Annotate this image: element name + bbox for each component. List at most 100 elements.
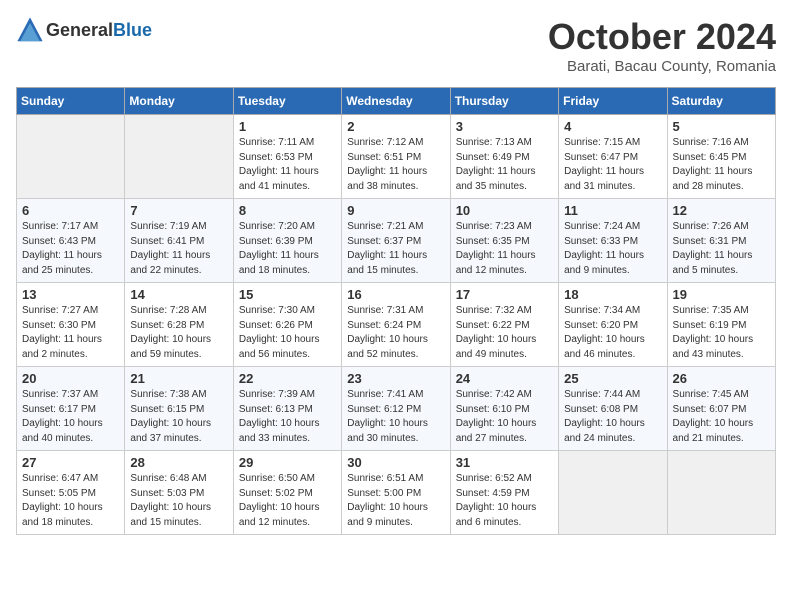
- day-number: 4: [564, 119, 661, 134]
- day-info: Sunrise: 7:23 AMSunset: 6:35 PMDaylight:…: [456, 220, 553, 278]
- calendar-cell: 22 Sunrise: 7:39 AMSunset: 6:13 PMDayligh…: [233, 367, 341, 451]
- logo: GeneralBlue: [16, 16, 152, 44]
- day-number: 6: [22, 203, 119, 218]
- page-header: GeneralBlue October 2024 Barati, Bacau C…: [16, 16, 776, 75]
- day-number: 19: [673, 287, 770, 302]
- weekday-header-friday: Friday: [559, 88, 667, 115]
- day-info: Sunrise: 7:35 AMSunset: 6:19 PMDaylight:…: [673, 304, 770, 362]
- day-info: Sunrise: 6:51 AMSunset: 5:00 PMDaylight:…: [347, 472, 444, 530]
- weekday-header-monday: Monday: [125, 88, 233, 115]
- day-number: 3: [456, 119, 553, 134]
- day-info: Sunrise: 7:34 AMSunset: 6:20 PMDaylight:…: [564, 304, 661, 362]
- day-info: Sunrise: 7:26 AMSunset: 6:31 PMDaylight:…: [673, 220, 770, 278]
- day-info: Sunrise: 7:42 AMSunset: 6:10 PMDaylight:…: [456, 388, 553, 446]
- weekday-header-tuesday: Tuesday: [233, 88, 341, 115]
- day-number: 29: [239, 455, 336, 470]
- calendar-cell: 12 Sunrise: 7:26 AMSunset: 6:31 PMDayligh…: [667, 199, 775, 283]
- day-info: Sunrise: 7:13 AMSunset: 6:49 PMDaylight:…: [456, 136, 553, 194]
- calendar-week-1: 1 Sunrise: 7:11 AMSunset: 6:53 PMDaylight…: [17, 115, 776, 199]
- day-info: Sunrise: 7:30 AMSunset: 6:26 PMDaylight:…: [239, 304, 336, 362]
- day-number: 25: [564, 371, 661, 386]
- day-number: 15: [239, 287, 336, 302]
- day-info: Sunrise: 7:19 AMSunset: 6:41 PMDaylight:…: [130, 220, 227, 278]
- day-number: 16: [347, 287, 444, 302]
- day-info: Sunrise: 7:16 AMSunset: 6:45 PMDaylight:…: [673, 136, 770, 194]
- calendar-cell: 27 Sunrise: 6:47 AMSunset: 5:05 PMDayligh…: [17, 451, 125, 535]
- day-info: Sunrise: 7:39 AMSunset: 6:13 PMDaylight:…: [239, 388, 336, 446]
- calendar-week-2: 6 Sunrise: 7:17 AMSunset: 6:43 PMDaylight…: [17, 199, 776, 283]
- day-number: 20: [22, 371, 119, 386]
- day-number: 23: [347, 371, 444, 386]
- day-number: 7: [130, 203, 227, 218]
- day-number: 8: [239, 203, 336, 218]
- day-info: Sunrise: 6:50 AMSunset: 5:02 PMDaylight:…: [239, 472, 336, 530]
- calendar-table: SundayMondayTuesdayWednesdayThursdayFrid…: [16, 87, 776, 535]
- calendar-cell: 26Sunrise: 7:45 AMSunset: 6:07 PMDayligh…: [667, 367, 775, 451]
- calendar-cell: 25Sunrise: 7:44 AMSunset: 6:08 PMDayligh…: [559, 367, 667, 451]
- calendar-week-4: 20Sunrise: 7:37 AMSunset: 6:17 PMDayligh…: [17, 367, 776, 451]
- day-number: 1: [239, 119, 336, 134]
- calendar-cell: 5 Sunrise: 7:16 AMSunset: 6:45 PMDaylight…: [667, 115, 775, 199]
- calendar-cell: 7 Sunrise: 7:19 AMSunset: 6:41 PMDaylight…: [125, 199, 233, 283]
- calendar-cell: 23Sunrise: 7:41 AMSunset: 6:12 PMDayligh…: [342, 367, 450, 451]
- day-info: Sunrise: 7:11 AMSunset: 6:53 PMDaylight:…: [239, 136, 336, 194]
- calendar-cell: [17, 115, 125, 199]
- day-number: 24: [456, 371, 553, 386]
- day-number: 27: [22, 455, 119, 470]
- calendar-cell: 14Sunrise: 7:28 AMSunset: 6:28 PMDayligh…: [125, 283, 233, 367]
- calendar-cell: 20Sunrise: 7:37 AMSunset: 6:17 PMDayligh…: [17, 367, 125, 451]
- day-number: 17: [456, 287, 553, 302]
- calendar-body: 1 Sunrise: 7:11 AMSunset: 6:53 PMDaylight…: [17, 115, 776, 535]
- calendar-cell: 31 Sunrise: 6:52 AMSunset: 4:59 PMDayligh…: [450, 451, 558, 535]
- day-info: Sunrise: 7:28 AMSunset: 6:28 PMDaylight:…: [130, 304, 227, 362]
- logo-text-blue: Blue: [113, 20, 152, 40]
- day-info: Sunrise: 6:52 AMSunset: 4:59 PMDaylight:…: [456, 472, 553, 530]
- day-info: Sunrise: 7:15 AMSunset: 6:47 PMDaylight:…: [564, 136, 661, 194]
- calendar-cell: 18 Sunrise: 7:34 AMSunset: 6:20 PMDayligh…: [559, 283, 667, 367]
- day-info: Sunrise: 7:31 AMSunset: 6:24 PMDaylight:…: [347, 304, 444, 362]
- calendar-cell: 2 Sunrise: 7:12 AMSunset: 6:51 PMDaylight…: [342, 115, 450, 199]
- day-info: Sunrise: 7:17 AMSunset: 6:43 PMDaylight:…: [22, 220, 119, 278]
- calendar-cell: 24 Sunrise: 7:42 AMSunset: 6:10 PMDayligh…: [450, 367, 558, 451]
- calendar-week-5: 27 Sunrise: 6:47 AMSunset: 5:05 PMDayligh…: [17, 451, 776, 535]
- calendar-cell: 30 Sunrise: 6:51 AMSunset: 5:00 PMDayligh…: [342, 451, 450, 535]
- day-number: 28: [130, 455, 227, 470]
- calendar-week-3: 13Sunrise: 7:27 AMSunset: 6:30 PMDayligh…: [17, 283, 776, 367]
- weekday-header-sunday: Sunday: [17, 88, 125, 115]
- calendar-cell: 6 Sunrise: 7:17 AMSunset: 6:43 PMDaylight…: [17, 199, 125, 283]
- calendar-cell: 29 Sunrise: 6:50 AMSunset: 5:02 PMDayligh…: [233, 451, 341, 535]
- calendar-cell: 16 Sunrise: 7:31 AMSunset: 6:24 PMDayligh…: [342, 283, 450, 367]
- calendar-cell: [559, 451, 667, 535]
- calendar-cell: 10Sunrise: 7:23 AMSunset: 6:35 PMDayligh…: [450, 199, 558, 283]
- calendar-cell: 19 Sunrise: 7:35 AMSunset: 6:19 PMDayligh…: [667, 283, 775, 367]
- day-number: 22: [239, 371, 336, 386]
- calendar-cell: 17 Sunrise: 7:32 AMSunset: 6:22 PMDayligh…: [450, 283, 558, 367]
- day-number: 21: [130, 371, 227, 386]
- calendar-cell: [667, 451, 775, 535]
- day-info: Sunrise: 6:48 AMSunset: 5:03 PMDaylight:…: [130, 472, 227, 530]
- day-info: Sunrise: 6:47 AMSunset: 5:05 PMDaylight:…: [22, 472, 119, 530]
- day-number: 11: [564, 203, 661, 218]
- calendar-cell: [125, 115, 233, 199]
- day-info: Sunrise: 7:32 AMSunset: 6:22 PMDaylight:…: [456, 304, 553, 362]
- day-number: 12: [673, 203, 770, 218]
- day-number: 18: [564, 287, 661, 302]
- weekday-header-row: SundayMondayTuesdayWednesdayThursdayFrid…: [17, 88, 776, 115]
- day-number: 31: [456, 455, 553, 470]
- day-number: 2: [347, 119, 444, 134]
- day-number: 13: [22, 287, 119, 302]
- day-info: Sunrise: 7:21 AMSunset: 6:37 PMDaylight:…: [347, 220, 444, 278]
- day-info: Sunrise: 7:24 AMSunset: 6:33 PMDaylight:…: [564, 220, 661, 278]
- calendar-cell: 1 Sunrise: 7:11 AMSunset: 6:53 PMDaylight…: [233, 115, 341, 199]
- title-block: October 2024 Barati, Bacau County, Roman…: [548, 16, 776, 75]
- day-info: Sunrise: 7:12 AMSunset: 6:51 PMDaylight:…: [347, 136, 444, 194]
- calendar-cell: 21Sunrise: 7:38 AMSunset: 6:15 PMDayligh…: [125, 367, 233, 451]
- day-info: Sunrise: 7:20 AMSunset: 6:39 PMDaylight:…: [239, 220, 336, 278]
- day-number: 30: [347, 455, 444, 470]
- day-info: Sunrise: 7:45 AMSunset: 6:07 PMDaylight:…: [673, 388, 770, 446]
- calendar-cell: 8 Sunrise: 7:20 AMSunset: 6:39 PMDaylight…: [233, 199, 341, 283]
- day-number: 9: [347, 203, 444, 218]
- weekday-header-saturday: Saturday: [667, 88, 775, 115]
- calendar-cell: 15 Sunrise: 7:30 AMSunset: 6:26 PMDayligh…: [233, 283, 341, 367]
- day-number: 5: [673, 119, 770, 134]
